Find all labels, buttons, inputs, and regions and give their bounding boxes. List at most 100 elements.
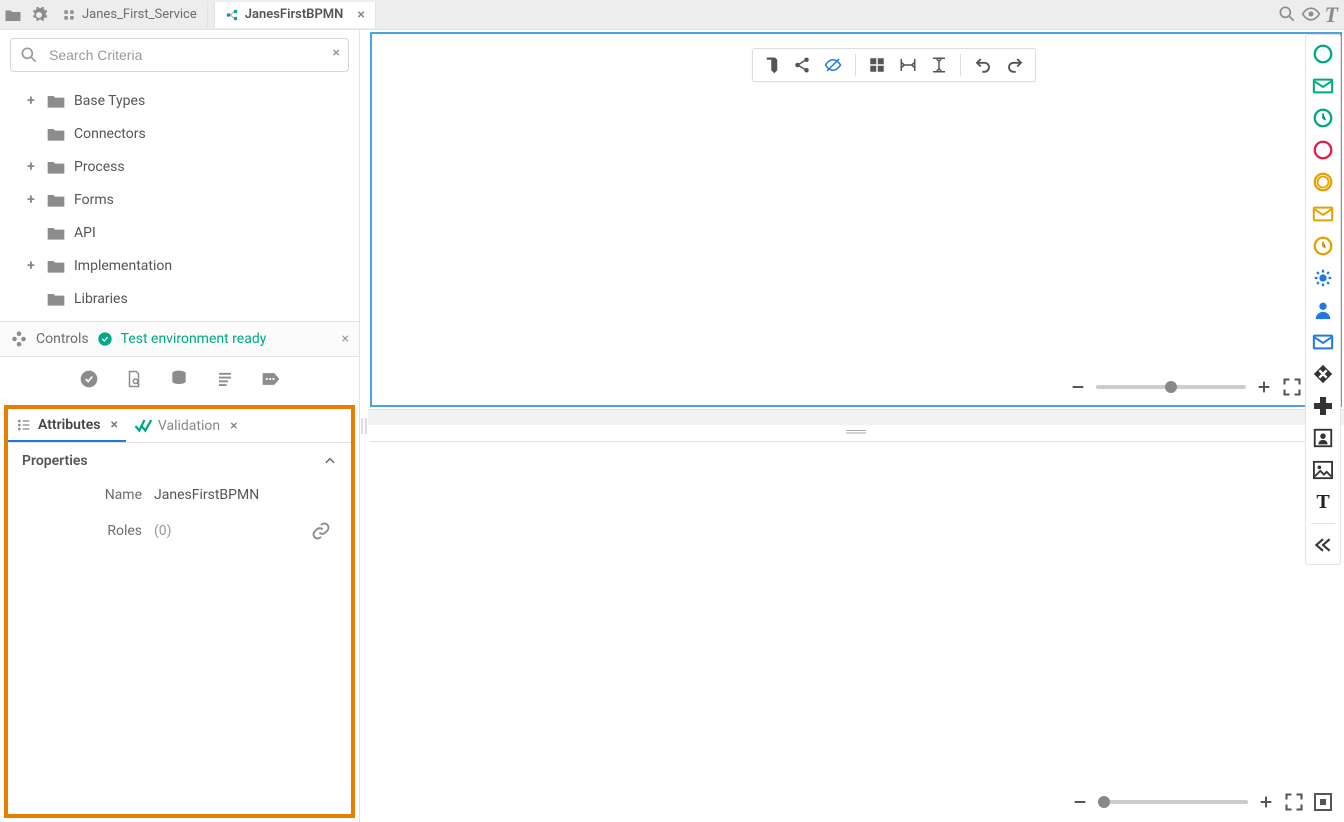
timer-start-icon[interactable] xyxy=(1309,105,1337,131)
search-icon[interactable] xyxy=(1277,4,1297,26)
tree-item-connectors[interactable]: Connectors xyxy=(0,117,359,150)
editor-area: ══ xyxy=(368,30,1344,822)
folder-icon xyxy=(46,290,66,308)
message-start-icon[interactable] xyxy=(1309,73,1337,99)
properties-section: Properties Name JanesFirstBPMN Roles (0) xyxy=(8,443,351,551)
fit-height-icon[interactable] xyxy=(930,55,948,75)
tree-label: Connectors xyxy=(74,126,146,142)
element-palette: T xyxy=(1305,34,1341,565)
share-icon[interactable] xyxy=(793,56,811,74)
tab-editor[interactable]: JanesFirstBPMN × xyxy=(214,2,376,28)
tree-item-libraries[interactable]: Libraries xyxy=(0,282,359,315)
tab-validation-close-icon[interactable]: × xyxy=(230,418,237,434)
attributes-icon xyxy=(16,417,32,433)
check-circle-icon xyxy=(97,331,113,347)
eye-icon[interactable] xyxy=(1301,4,1321,26)
intermediate-event-icon[interactable] xyxy=(1309,169,1337,195)
gateway-icon[interactable] xyxy=(1309,361,1337,387)
fullscreen-icon[interactable] xyxy=(1284,792,1304,812)
zoom-slider[interactable] xyxy=(1098,800,1248,804)
tree-label: API xyxy=(74,225,96,241)
controls-status: Test environment ready xyxy=(121,331,267,347)
horizontal-splitter[interactable]: ══ xyxy=(368,425,1344,439)
horizontal-scrollbar[interactable] xyxy=(368,409,1344,425)
bpmn-canvas-lower[interactable] xyxy=(370,441,1342,821)
canvas-toolbar xyxy=(752,48,1036,82)
properties-heading: Properties xyxy=(22,453,88,469)
text-tool-icon[interactable]: T xyxy=(1325,4,1338,26)
tree-label: Forms xyxy=(74,192,114,208)
tree-label: Implementation xyxy=(74,258,172,274)
project-tree: +Base Types Connectors +Process +Forms A… xyxy=(0,80,359,321)
folder-icon xyxy=(46,191,66,209)
tab-attributes-close-icon[interactable]: × xyxy=(110,417,117,433)
user-task-icon[interactable] xyxy=(1309,297,1337,323)
end-event-icon[interactable] xyxy=(1309,137,1337,163)
zoom-controls-lower xyxy=(1072,792,1332,812)
tree-item-process[interactable]: +Process xyxy=(0,150,359,183)
bpmn-canvas-upper[interactable] xyxy=(370,32,1342,407)
folder-icon xyxy=(46,92,66,110)
tree-item-forms[interactable]: +Forms xyxy=(0,183,359,216)
tree-label: Libraries xyxy=(74,291,128,307)
grid-icon[interactable] xyxy=(868,56,886,74)
inspect-doc-icon[interactable] xyxy=(125,369,143,389)
link-icon[interactable] xyxy=(311,521,331,541)
eye-off-icon[interactable] xyxy=(823,56,843,74)
tree-item-implementation[interactable]: +Implementation xyxy=(0,249,359,282)
message-task-icon[interactable] xyxy=(1309,329,1337,355)
timer-intermediate-icon[interactable] xyxy=(1309,233,1337,259)
controls-toolbar xyxy=(0,357,359,401)
collapse-palette-icon[interactable] xyxy=(1309,532,1337,558)
validate-icon[interactable] xyxy=(79,369,99,389)
tab-editor-close-icon[interactable]: × xyxy=(357,7,364,23)
tab-editor-label: JanesFirstBPMN xyxy=(245,7,344,22)
zoom-in-icon[interactable] xyxy=(1256,379,1272,395)
plus-gateway-icon[interactable] xyxy=(1309,393,1337,419)
list-icon[interactable] xyxy=(215,370,235,388)
start-event-icon[interactable] xyxy=(1309,41,1337,67)
validation-icon xyxy=(134,418,152,434)
fullscreen-icon[interactable] xyxy=(1282,377,1302,397)
zoom-in-icon[interactable] xyxy=(1258,794,1274,810)
project-view-icon[interactable] xyxy=(0,2,26,28)
fit-icon[interactable] xyxy=(1314,793,1332,811)
tree-label: Process xyxy=(74,159,125,175)
name-label: Name xyxy=(22,487,142,503)
search-input[interactable] xyxy=(47,46,318,64)
fit-width-icon[interactable] xyxy=(898,56,918,74)
tag-icon[interactable] xyxy=(261,371,281,387)
tab-validation-label: Validation xyxy=(158,418,220,434)
participant-icon[interactable] xyxy=(1309,425,1337,451)
image-icon[interactable] xyxy=(1309,457,1337,483)
zoom-out-icon[interactable] xyxy=(1070,379,1086,395)
redo-icon[interactable] xyxy=(1005,56,1025,74)
zoom-slider[interactable] xyxy=(1096,385,1246,389)
undo-icon[interactable] xyxy=(973,56,993,74)
tree-item-base-types[interactable]: +Base Types xyxy=(0,84,359,117)
name-value: JanesFirstBPMN xyxy=(154,487,259,503)
zoom-out-icon[interactable] xyxy=(1072,794,1088,810)
collapse-chevron-icon[interactable] xyxy=(323,454,337,468)
palette-separator xyxy=(1311,523,1335,524)
message-intermediate-icon[interactable] xyxy=(1309,201,1337,227)
database-icon[interactable] xyxy=(169,369,189,389)
search-mag-icon xyxy=(19,45,39,65)
attributes-tabstrip: Attributes × Validation × xyxy=(8,409,351,443)
tree-item-api[interactable]: API xyxy=(0,216,359,249)
tab-validation[interactable]: Validation × xyxy=(126,409,246,442)
service-task-icon[interactable] xyxy=(1309,265,1337,291)
text-annotation-icon[interactable]: T xyxy=(1309,489,1337,515)
save-file-icon[interactable] xyxy=(763,56,781,74)
tab-project-label: Janes_First_Service xyxy=(82,7,197,22)
sidebar: × +Base Types Connectors +Process +Forms… xyxy=(0,30,360,822)
tab-attributes-label: Attributes xyxy=(38,417,100,433)
search-clear-icon[interactable]: × xyxy=(333,45,340,61)
tab-attributes[interactable]: Attributes × xyxy=(8,409,126,442)
controls-close-icon[interactable]: × xyxy=(342,331,349,347)
folder-icon xyxy=(46,158,66,176)
vertical-splitter[interactable] xyxy=(360,30,368,822)
separator xyxy=(855,54,856,76)
gear-icon[interactable] xyxy=(26,2,52,28)
tab-project[interactable]: Janes_First_Service xyxy=(52,2,208,28)
